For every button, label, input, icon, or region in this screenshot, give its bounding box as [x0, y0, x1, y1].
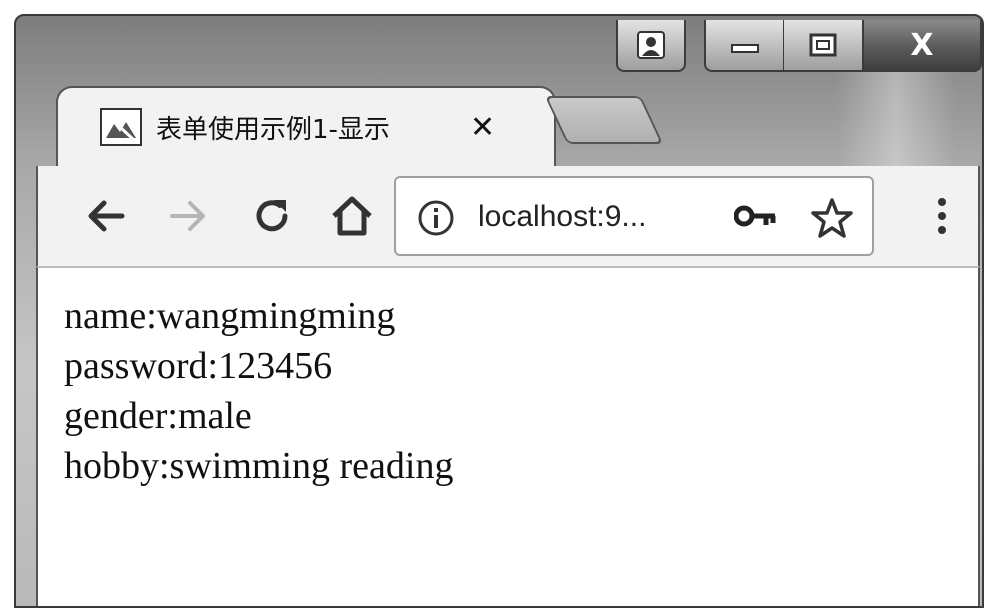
back-button[interactable]: [78, 188, 134, 244]
browser-toolbar: localhost:9...: [36, 166, 980, 266]
window-caption-buttons: X: [616, 20, 982, 76]
maximize-button[interactable]: [784, 20, 864, 72]
menu-button[interactable]: [914, 188, 970, 244]
more-vert-icon: [938, 198, 946, 234]
info-icon[interactable]: [416, 198, 456, 242]
password-line: password:123456: [64, 345, 333, 387]
tab-active[interactable]: 表单使用示例1-显示 ✕: [56, 86, 556, 166]
back-arrow-icon: [88, 200, 125, 232]
user-profile-button[interactable]: [616, 20, 686, 72]
forward-arrow-icon: [170, 201, 205, 231]
new-tab-button[interactable]: [544, 96, 664, 144]
forward-button[interactable]: [160, 188, 216, 244]
close-window-button[interactable]: X: [864, 20, 982, 72]
home-button[interactable]: [324, 188, 380, 244]
home-icon: [332, 196, 372, 236]
key-icon[interactable]: [733, 202, 778, 238]
reload-button[interactable]: [244, 188, 300, 244]
tab-close-icon[interactable]: ✕: [470, 110, 495, 145]
maximize-icon: [809, 33, 837, 57]
address-text: localhost:9...: [478, 200, 647, 233]
browser-window: X 表单使用示例1-显示 ✕ localhost:9... name:wangm…: [14, 14, 984, 608]
hobby-line: hobby:swimming reading: [64, 445, 454, 487]
minimize-button[interactable]: [704, 20, 784, 72]
broken-image-icon: [100, 108, 142, 146]
page-content: name:wangmingming password:123456 gender…: [36, 266, 980, 606]
name-line: name:wangmingming: [64, 295, 396, 337]
tab-title: 表单使用示例1-显示: [156, 114, 390, 145]
star-icon[interactable]: [810, 196, 854, 244]
user-icon: [637, 31, 665, 59]
minimize-icon: [730, 44, 759, 53]
reload-icon: [256, 200, 288, 232]
address-bar[interactable]: localhost:9...: [394, 176, 874, 256]
close-window-icon: X: [910, 27, 934, 63]
gender-line: gender:male: [64, 395, 252, 437]
